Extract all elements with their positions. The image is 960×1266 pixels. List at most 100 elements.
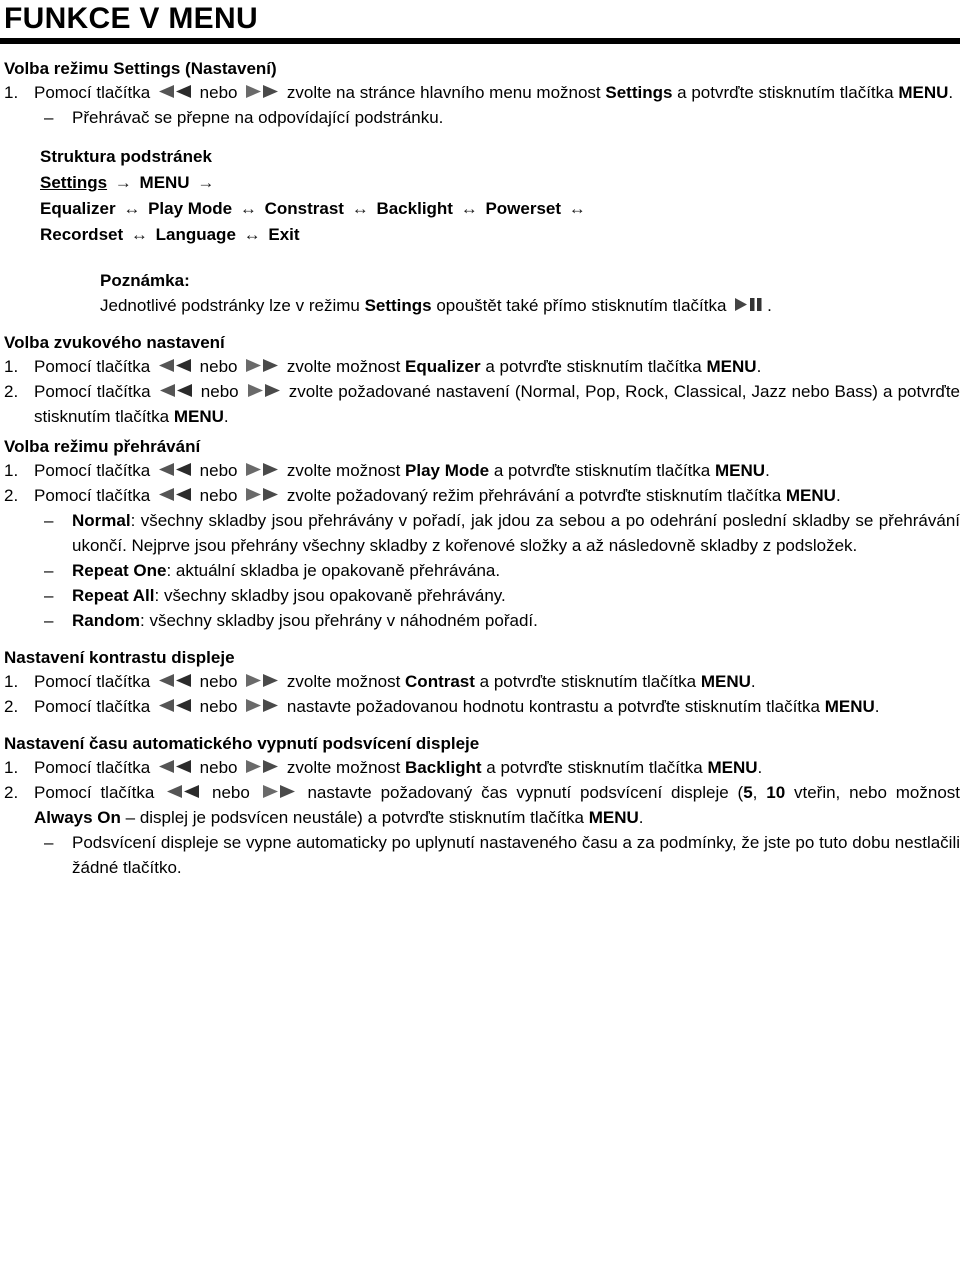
rewind-icon xyxy=(159,383,193,398)
dash-text: Normal: všechny skladby jsou přehrávány … xyxy=(72,511,960,555)
dash-item: – Repeat One: aktuální skladba je opakov… xyxy=(0,558,960,583)
emphasised-term: Normal xyxy=(72,511,131,530)
structure-line: Recordset ↔ Language ↔ Exit xyxy=(0,222,960,248)
rewind-icon xyxy=(158,759,192,774)
dash-item: – Přehrávač se přepne na odpovídající po… xyxy=(0,105,960,130)
emphasised-term: MENU xyxy=(898,83,949,102)
structure-node: Backlight xyxy=(376,199,453,218)
structure-node: Settings xyxy=(40,173,108,192)
structure-arrow: ↔ xyxy=(123,199,141,218)
rewind-icon xyxy=(158,462,192,477)
emphasised-term: Always On xyxy=(34,808,121,827)
emphasised-term: Play Mode xyxy=(405,461,490,480)
emphasised-term: 10 xyxy=(766,783,786,802)
dash-bullet: – xyxy=(44,108,54,127)
dash-item: – Random: všechny skladby jsou přehrány … xyxy=(0,608,960,633)
step-item: 2. Pomocí tlačítka nebo nastavte požadov… xyxy=(0,694,960,719)
rewind-icon xyxy=(158,673,192,688)
rewind-icon xyxy=(158,84,192,99)
structure-arrow: ↔ xyxy=(568,199,586,218)
step-item: 1. Pomocí tlačítka nebo zvolte možnost C… xyxy=(0,669,960,694)
section-structure: Struktura podstránek Settings → MENU → E… xyxy=(0,144,960,248)
structure-arrow: → xyxy=(197,173,215,192)
dash-item: – Normal: všechny skladby jsou přehráván… xyxy=(0,508,960,558)
section-heading: Volba zvukového nastavení xyxy=(4,333,225,352)
emphasised-term: MENU xyxy=(588,808,639,827)
step-item: 2. Pomocí tlačítka nebo zvolte požadovan… xyxy=(0,483,960,508)
emphasised-term: Repeat All xyxy=(72,586,155,605)
step-text: Pomocí tlačítka nebo zvolte na stránce h… xyxy=(34,83,954,102)
emphasised-term: Repeat One xyxy=(72,561,167,580)
emphasised-term: Settings xyxy=(364,296,432,315)
section-heading: Volba režimu Settings (Nastavení) xyxy=(4,59,277,78)
dash-item: – Podsvícení displeje se vypne automatic… xyxy=(0,830,960,880)
structure-node: MENU xyxy=(139,173,190,192)
step-number: 1. xyxy=(4,461,19,480)
structure-node: Constrast xyxy=(264,199,344,218)
section-backlight: Nastavení času automatického vypnutí pod… xyxy=(0,733,960,880)
step-text: Pomocí tlačítka nebo zvolte možnost Equa… xyxy=(34,357,762,376)
emphasised-term: MENU xyxy=(707,758,758,777)
fast-forward-icon xyxy=(245,487,279,502)
step-text: Pomocí tlačítka nebo zvolte možnost Play… xyxy=(34,461,770,480)
fast-forward-icon xyxy=(245,698,279,713)
emphasised-term: Settings xyxy=(605,83,673,102)
fast-forward-icon xyxy=(245,759,279,774)
rewind-icon xyxy=(158,487,192,502)
structure-heading: Struktura podstránek xyxy=(40,147,212,166)
structure-node: Language xyxy=(155,225,236,244)
section-settings-mode: Volba režimu Settings (Nastavení) 1. Pom… xyxy=(0,58,960,130)
emphasised-term: MENU xyxy=(785,486,836,505)
step-item: 1. Pomocí tlačítka nebo zvolte možnost B… xyxy=(0,755,960,780)
step-item: 1. Pomocí tlačítka nebo zvolte možnost P… xyxy=(0,458,960,483)
step-text: Pomocí tlačítka nebo zvolte požadované n… xyxy=(34,382,960,426)
emphasised-term: Equalizer xyxy=(405,357,481,376)
section-heading: Volba režimu přehrávání xyxy=(4,437,201,456)
structure-node: Exit xyxy=(268,225,300,244)
structure-line: Equalizer ↔ Play Mode ↔ Constrast ↔ Back… xyxy=(0,196,960,222)
dash-text: Podsvícení displeje se vypne automaticky… xyxy=(72,833,960,877)
rewind-icon xyxy=(158,358,192,373)
note-title: Poznámka: xyxy=(100,271,190,290)
emphasised-term: MENU xyxy=(715,461,766,480)
fast-forward-icon xyxy=(247,383,281,398)
structure-line: Settings → MENU → xyxy=(0,170,960,196)
rewind-icon xyxy=(158,698,192,713)
emphasised-term: 5 xyxy=(743,783,753,802)
section-equalizer: Volba zvukového nastavení 1. Pomocí tlač… xyxy=(0,332,960,429)
structure-arrow: ↔ xyxy=(130,225,148,244)
structure-arrow: ↔ xyxy=(243,225,261,244)
step-item: 2. Pomocí tlačítka nebo zvolte požadovan… xyxy=(0,379,960,429)
note-block: Poznámka: Jednotlivé podstránky lze v re… xyxy=(0,268,960,318)
section-play-mode: Volba režimu přehrávání 1. Pomocí tlačít… xyxy=(0,436,960,633)
fast-forward-icon xyxy=(245,84,279,99)
structure-arrow: → xyxy=(114,173,132,192)
emphasised-term: MENU xyxy=(824,697,875,716)
structure-node: Play Mode xyxy=(148,199,233,218)
dash-bullet: – xyxy=(44,586,54,605)
note-text: Jednotlivé podstránky lze v režimu Setti… xyxy=(100,296,772,315)
section-heading: Nastavení kontrastu displeje xyxy=(4,648,235,667)
step-item: 1. Pomocí tlačítka nebo zvolte možnost E… xyxy=(0,354,960,379)
step-number: 1. xyxy=(4,758,19,777)
dash-bullet: – xyxy=(44,833,54,852)
dash-text: Repeat One: aktuální skladba je opakovan… xyxy=(72,561,501,580)
step-item: 2. Pomocí tlačítka nebo nastavte požadov… xyxy=(0,780,960,830)
dash-text: Random: všechny skladby jsou přehrány v … xyxy=(72,611,538,630)
structure-arrow: ↔ xyxy=(460,199,478,218)
step-text: Pomocí tlačítka nebo nastavte požadovano… xyxy=(34,697,880,716)
emphasised-term: Random xyxy=(72,611,140,630)
step-text: Pomocí tlačítka nebo zvolte možnost Cont… xyxy=(34,672,756,691)
step-item: 1. Pomocí tlačítka nebo zvolte na stránc… xyxy=(0,80,960,105)
step-text: Pomocí tlačítka nebo zvolte požadovaný r… xyxy=(34,486,841,505)
document-page: FUNKCE V MENU Volba režimu Settings (Nas… xyxy=(0,0,960,1266)
emphasised-term: MENU xyxy=(173,407,224,426)
dash-bullet: – xyxy=(44,561,54,580)
step-number: 2. xyxy=(4,697,19,716)
rewind-icon xyxy=(166,784,200,799)
step-number: 1. xyxy=(4,357,19,376)
emphasised-term: MENU xyxy=(700,672,751,691)
structure-node: Equalizer xyxy=(40,199,116,218)
structure-node: Recordset xyxy=(40,225,124,244)
emphasised-term: Backlight xyxy=(405,758,482,777)
